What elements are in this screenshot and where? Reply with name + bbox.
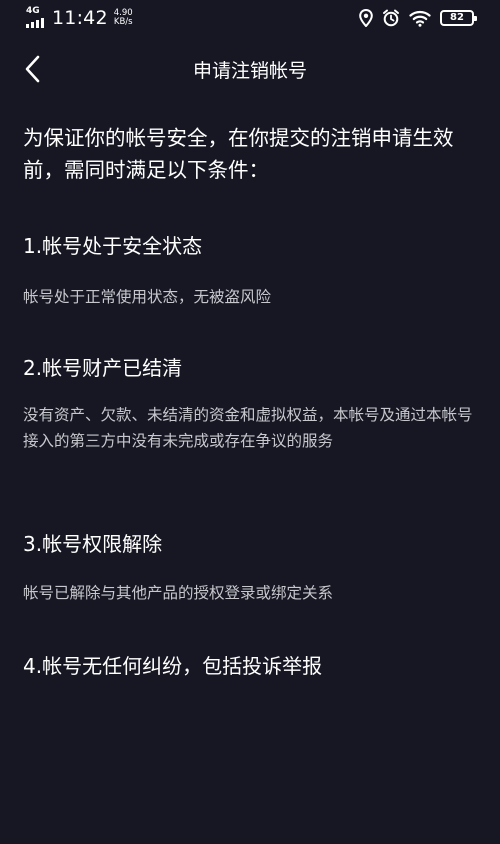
status-bar-left: 4G 11:42 4.90 KB/s: [26, 6, 133, 29]
condition-2: 2.帐号财产已结清 没有资产、欠款、未结清的资金和虚拟权益，本帐号及通过本帐号接…: [23, 354, 481, 454]
signal-bars-icon: [26, 18, 44, 28]
condition-heading: 1.帐号处于安全状态: [23, 234, 203, 258]
network-speed-unit: KB/s: [113, 17, 133, 27]
network-indicator: 4G: [26, 6, 48, 29]
page-title: 申请注销帐号: [192, 60, 307, 82]
intro-text: 为保证你的帐号安全，在你提交的注销申请生效前，需同时满足以下条件：: [23, 126, 454, 182]
screen: 4G 11:42 4.90 KB/s 82 申请注销帐号 为保证你的帐号安全，在…: [0, 0, 500, 844]
condition-3: 3.帐号权限解除 帐号已解除与其他产品的授权登录或绑定关系: [23, 530, 333, 606]
condition-1: 1.帐号处于安全状态 帐号处于正常使用状态，无被盗风险: [23, 232, 271, 310]
wifi-icon: [409, 10, 431, 27]
condition-heading: 3.帐号权限解除: [23, 532, 163, 556]
nav-bar: 申请注销帐号: [0, 44, 500, 94]
alarm-icon: [382, 9, 400, 27]
network-speed: 4.90 KB/s: [114, 9, 133, 27]
status-bar-right: 82: [359, 9, 477, 27]
condition-4: 4.帐号无任何纠纷，包括投诉举报: [23, 652, 322, 680]
network-type: 4G: [26, 6, 40, 16]
battery-level: 82: [450, 12, 464, 23]
condition-description: 帐号已解除与其他产品的授权登录或绑定关系: [23, 584, 334, 602]
content: 为保证你的帐号安全，在你提交的注销申请生效前，需同时满足以下条件： 1.帐号处于…: [23, 122, 481, 678]
condition-description: 没有资产、欠款、未结清的资金和虚拟权益，本帐号及通过本帐号接入的第三方中没有未完…: [23, 406, 473, 450]
condition-heading: 2.帐号财产已结清: [23, 356, 183, 380]
status-bar: 4G 11:42 4.90 KB/s 82: [0, 0, 500, 40]
location-icon: [359, 9, 373, 27]
battery-icon: 82: [440, 10, 477, 26]
status-time: 11:42: [52, 7, 108, 29]
condition-heading: 4.帐号无任何纠纷，包括投诉举报: [23, 654, 323, 678]
condition-description: 帐号处于正常使用状态，无被盗风险: [23, 288, 272, 306]
